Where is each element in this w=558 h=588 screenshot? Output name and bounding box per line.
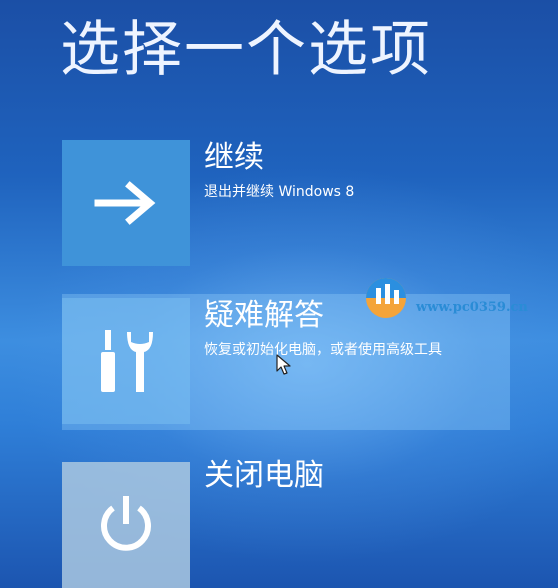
shutdown-option[interactable]: 关闭电脑 <box>62 458 514 588</box>
recovery-screen: 选择一个选项 继续 退出并继续 Windows 8 疑难解答 恢复或初始化电脑，… <box>0 0 558 588</box>
continue-option[interactable]: 继续 退出并继续 Windows 8 <box>62 140 514 270</box>
troubleshoot-tile[interactable] <box>62 298 190 424</box>
watermark-text: www.pc0359.cn <box>416 300 528 315</box>
arrow-right-icon <box>94 181 156 225</box>
site-watermark: www.pc0359.cn <box>358 270 558 320</box>
watermark-logo-icon <box>366 278 406 318</box>
page-title: 选择一个选项 <box>60 15 432 85</box>
continue-label: 继续 <box>204 140 264 175</box>
shutdown-tile[interactable] <box>62 462 190 588</box>
continue-description: 退出并继续 Windows 8 <box>204 184 355 200</box>
continue-tile[interactable] <box>62 140 190 266</box>
troubleshoot-description: 恢复或初始化电脑，或者使用高级工具 <box>204 342 442 358</box>
shutdown-label: 关闭电脑 <box>204 458 324 493</box>
power-icon <box>101 496 151 551</box>
tools-icon <box>101 330 153 392</box>
mouse-cursor-icon <box>276 354 291 375</box>
troubleshoot-label: 疑难解答 <box>204 298 324 333</box>
